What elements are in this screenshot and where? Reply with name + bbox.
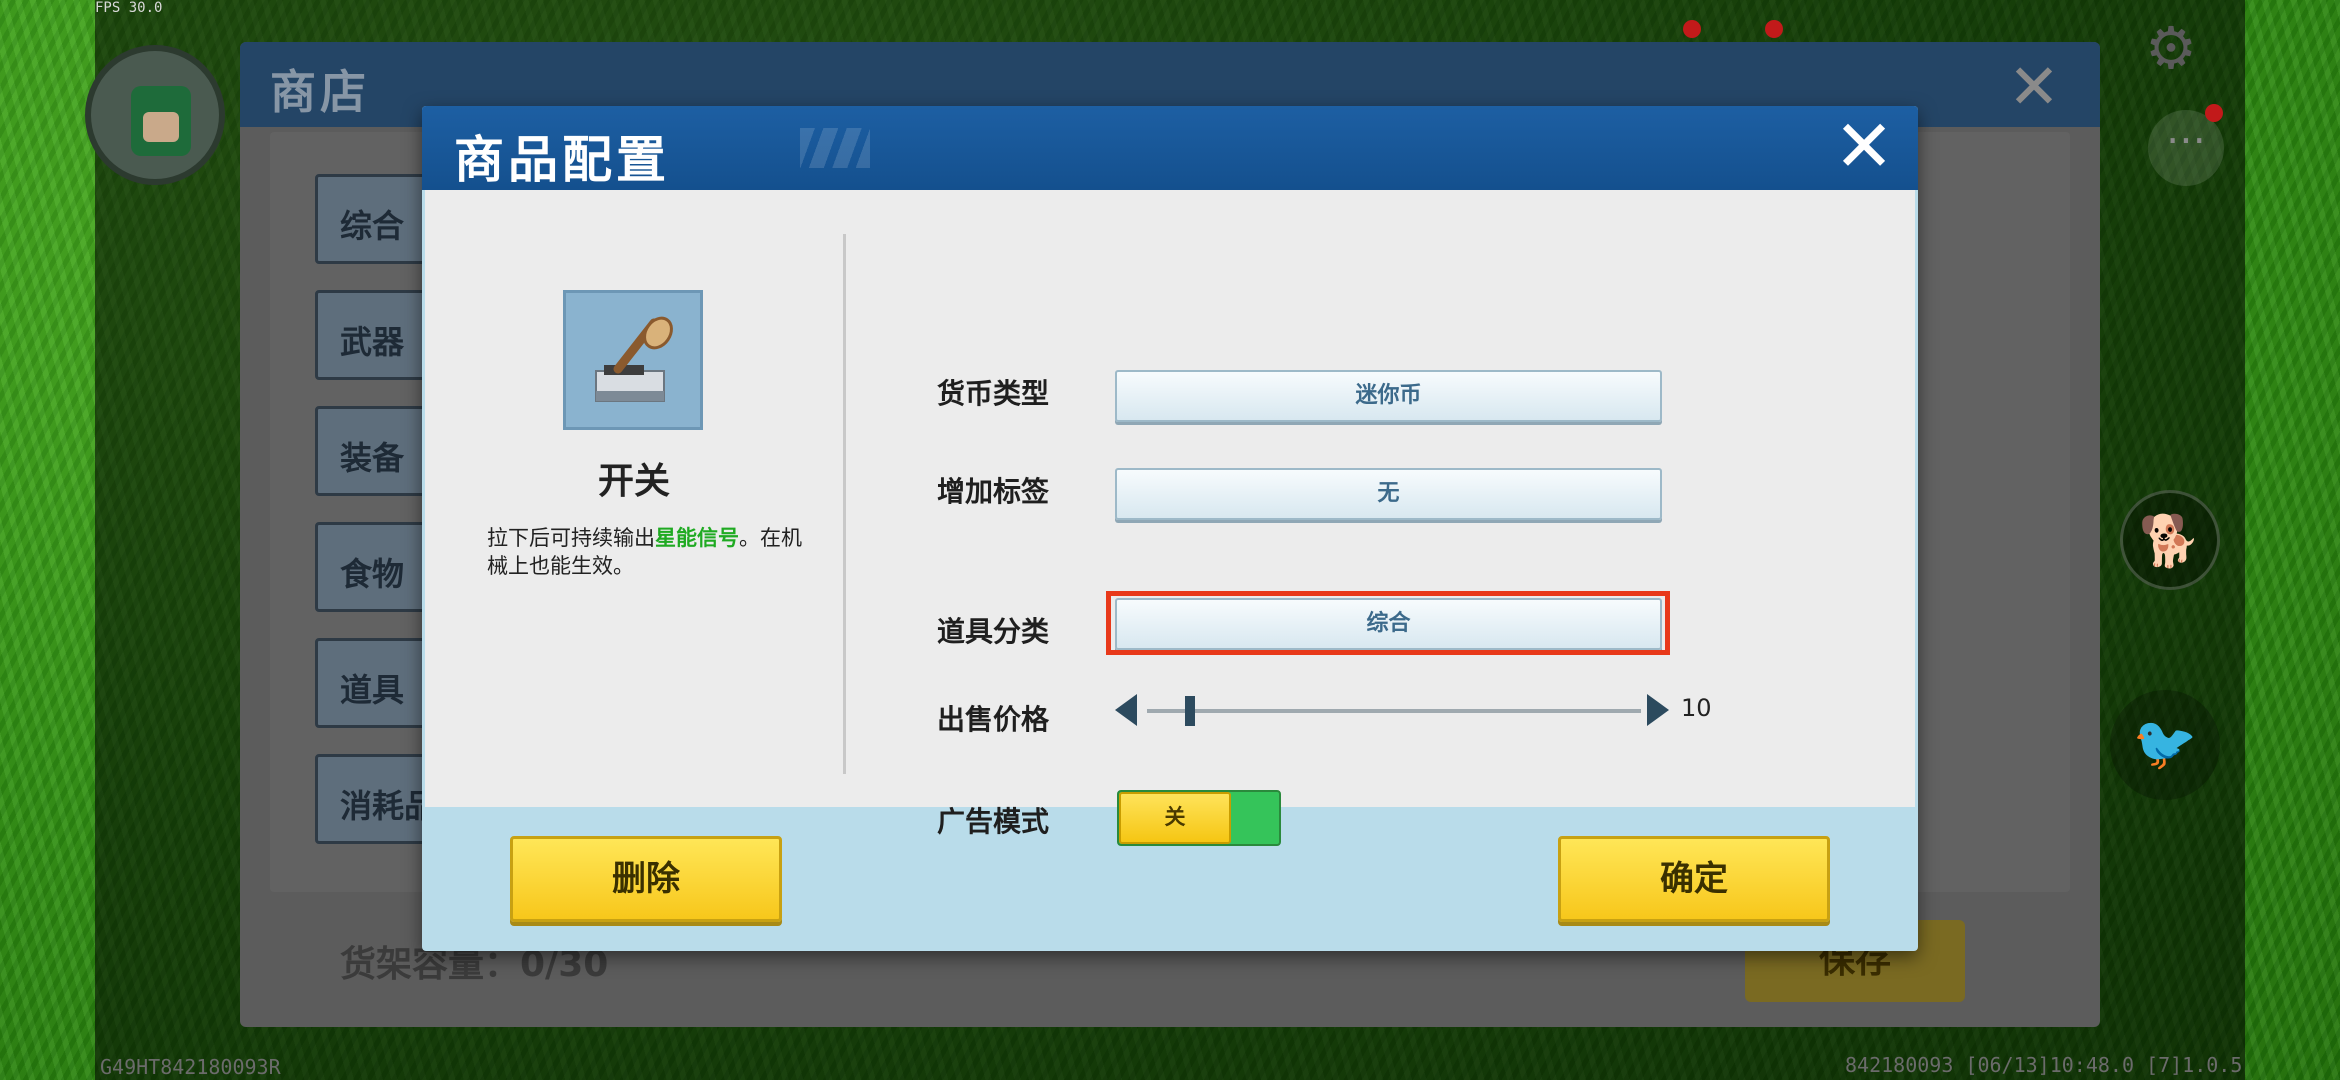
dialog-close-icon[interactable]: ✕ [1824,106,1904,190]
delete-button[interactable]: 删除 [510,836,782,922]
currency-type-label: 货币类型 [937,377,1050,410]
shop-close-icon[interactable]: ✕ [2008,50,2060,123]
bird-icon[interactable]: 🐦 [2110,690,2220,800]
add-tag-label: 增加标签 [937,475,1050,508]
item-description-highlight: 星能信号 [655,526,739,550]
panel-divider [843,234,846,774]
add-tag-select[interactable]: 无 [1115,468,1662,520]
header-stripe-decoration [800,128,870,168]
item-name: 开关 [597,461,670,502]
notification-dot-icon [1683,20,1701,38]
product-config-dialog: 商品配置 ✕ 开关 拉下后可持续输出星能信号。在机械上也能生效。 货币类型 迷你… [422,106,1918,951]
ad-mode-toggle[interactable]: 关 [1117,790,1281,846]
dialog-header: 商品配置 ✕ [422,106,1918,190]
shop-title: 商店 [270,65,370,119]
item-category-select[interactable]: 综合 [1115,598,1662,650]
item-description-text: 拉下后可持续输出 [487,526,655,550]
currency-type-select[interactable]: 迷你币 [1115,370,1662,422]
price-decrease-arrow-icon[interactable] [1115,694,1137,726]
notification-dot-icon [1765,20,1783,38]
ad-mode-label: 广告模式 [937,805,1050,838]
price-slider-thumb[interactable] [1185,696,1195,726]
notification-dot-icon [2205,104,2223,122]
gear-icon[interactable]: ⚙ [2145,14,2197,82]
avatar-face-icon [131,86,191,156]
price-value: 10 [1681,694,1712,722]
price-slider-track[interactable] [1147,709,1641,713]
confirm-button[interactable]: 确定 [1558,836,1830,922]
player-avatar[interactable] [85,45,225,185]
device-id-label: G49HT842180093R [100,1055,281,1079]
price-increase-arrow-icon[interactable] [1647,694,1669,726]
sale-price-label: 出售价格 [937,703,1050,736]
lever-switch-icon [563,290,703,430]
dialog-title: 商品配置 [454,131,670,189]
item-category-label: 道具分类 [937,615,1050,648]
ad-mode-toggle-knob: 关 [1119,792,1231,844]
build-info-label: 842180093 [06/13]10:48.0 [7]1.0.5 [1845,1053,2243,1077]
item-description: 拉下后可持续输出星能信号。在机械上也能生效。 [487,524,817,580]
dialog-panel: 开关 拉下后可持续输出星能信号。在机械上也能生效。 货币类型 迷你币 增加标签 … [425,190,1915,846]
fps-counter: FPS 30.0 [95,0,163,16]
pet-dog-icon[interactable]: 🐕 [2120,490,2220,590]
